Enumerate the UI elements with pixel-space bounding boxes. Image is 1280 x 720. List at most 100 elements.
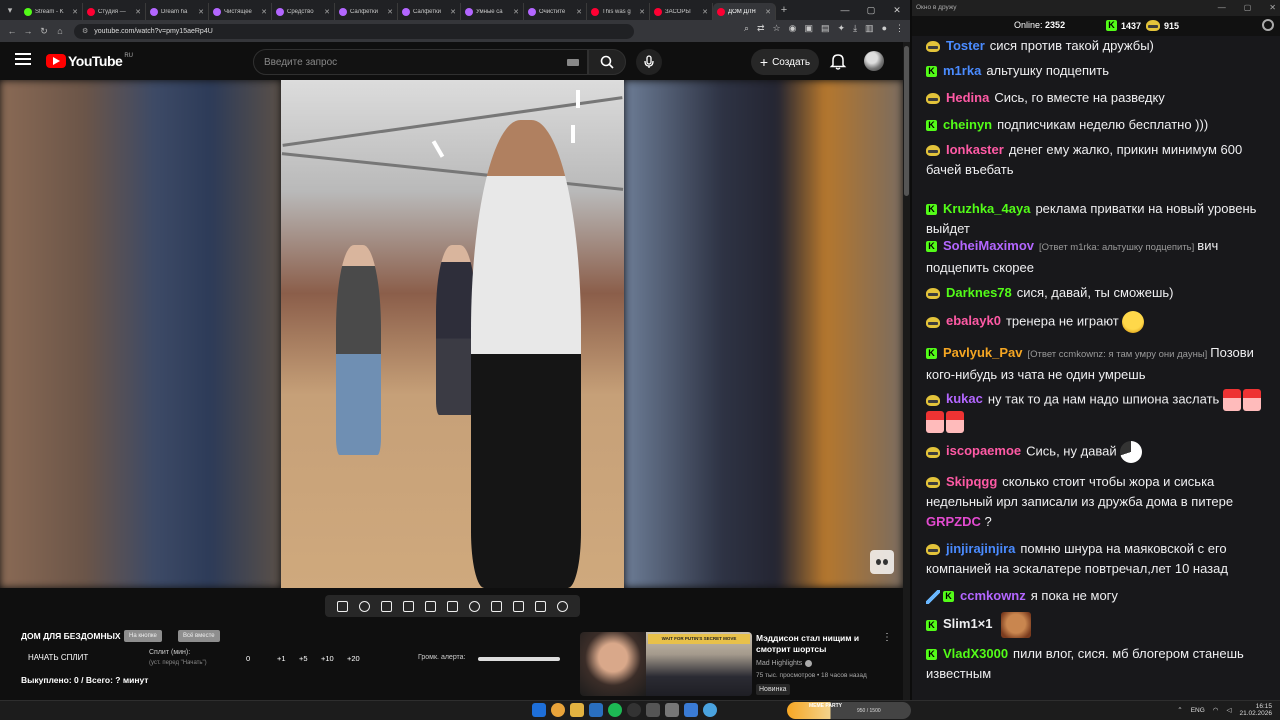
tab-close-icon[interactable]: ✕ xyxy=(639,8,645,16)
reply-context[interactable]: [Ответ ccmkownz: я там умру они дауны] xyxy=(1028,349,1208,360)
increment-button[interactable]: +5 xyxy=(299,654,308,663)
subtitles-icon[interactable] xyxy=(446,600,458,612)
browser-tab[interactable]: Очистите ✕ xyxy=(524,3,587,20)
settings-gear-icon[interactable] xyxy=(1262,19,1274,31)
chat-username[interactable]: VladX3000 xyxy=(943,646,1008,661)
browser-tab[interactable]: Студия — ✕ xyxy=(83,3,146,20)
increment-button[interactable]: +10 xyxy=(321,654,334,663)
start-split-button[interactable]: НАЧАТЬ СПЛИТ xyxy=(28,653,88,662)
browser-tab[interactable]: This was g ✕ xyxy=(587,3,650,20)
folder-icon[interactable] xyxy=(570,703,584,717)
video-player[interactable] xyxy=(0,80,903,588)
chat-username[interactable]: Slim1×1 xyxy=(943,616,993,631)
profile-icon[interactable]: ● xyxy=(882,23,887,34)
tab-close-icon[interactable]: ✕ xyxy=(387,8,393,16)
tab-close-icon[interactable]: ✕ xyxy=(198,8,204,16)
chat-username[interactable]: iscopaemoe xyxy=(946,443,1021,458)
chat-username[interactable]: m1rka xyxy=(943,63,981,78)
lens-icon[interactable]: ⌕ xyxy=(744,23,749,34)
tab-close-icon[interactable]: ✕ xyxy=(513,8,519,16)
tab-close-icon[interactable]: ✕ xyxy=(576,8,582,16)
tab-close-icon[interactable]: ✕ xyxy=(765,8,771,16)
chat-username[interactable]: Hedina xyxy=(946,90,989,105)
forward-icon[interactable]: → xyxy=(20,26,36,36)
tab-close-icon[interactable]: ✕ xyxy=(72,8,78,16)
chat-username[interactable]: jinjirajinjira xyxy=(946,541,1015,556)
wifi-icon[interactable]: ◠ xyxy=(1213,706,1219,714)
increment-button[interactable]: +1 xyxy=(277,654,286,663)
back-icon[interactable]: ← xyxy=(4,26,20,36)
menu-icon[interactable]: ⋮ xyxy=(895,23,904,34)
extension-icon[interactable]: ▣ xyxy=(804,23,813,34)
search-input[interactable] xyxy=(264,56,554,68)
close-icon[interactable]: ✕ xyxy=(884,0,910,20)
site-info-icon[interactable]: ⚙ xyxy=(82,27,88,35)
notifications-bell-icon[interactable] xyxy=(829,52,847,70)
url-field[interactable]: ⚙ youtube.com/watch?v=pmy15aeRp4U xyxy=(74,23,634,39)
minimize-icon[interactable]: — xyxy=(1218,0,1226,16)
flask-icon[interactable] xyxy=(535,600,547,612)
extension-icon[interactable]: ▤ xyxy=(821,23,830,34)
chat-username[interactable]: ebalayk0 xyxy=(946,313,1001,328)
translate-icon[interactable]: ⇄ xyxy=(757,23,765,34)
language-indicator[interactable]: ENG xyxy=(1191,707,1205,714)
steam-icon[interactable] xyxy=(589,703,603,717)
new-tab-button[interactable]: + xyxy=(776,4,792,16)
tab-close-icon[interactable]: ✕ xyxy=(450,8,456,16)
scrollbar-thumb[interactable] xyxy=(904,46,909,196)
sidepanel-icon[interactable]: ▥ xyxy=(865,23,874,34)
alert-volume-slider[interactable] xyxy=(478,657,560,661)
tab-close-icon[interactable]: ✕ xyxy=(261,8,267,16)
browser-tab[interactable]: Dream ha ✕ xyxy=(146,3,209,20)
volume-icon[interactable]: ◁ xyxy=(1226,706,1231,714)
mode-pill-all[interactable]: Всё вместе xyxy=(178,630,220,642)
close-icon[interactable]: ✕ xyxy=(1269,0,1276,16)
reload-icon[interactable]: ↻ xyxy=(36,26,52,37)
maximize-icon[interactable]: ▢ xyxy=(1244,0,1252,16)
tab-close-icon[interactable]: ✕ xyxy=(702,8,708,16)
chat-mention[interactable]: GRPZDC xyxy=(926,514,981,529)
menu-icon[interactable] xyxy=(15,53,31,68)
chat-username[interactable]: Ionkaster xyxy=(946,142,1004,157)
home-icon[interactable]: ⌂ xyxy=(52,26,68,36)
clock[interactable]: 16:15 21.02.2026 xyxy=(1239,703,1272,717)
recommended-channel[interactable]: Mad Highlights xyxy=(756,660,813,667)
app-icon[interactable] xyxy=(646,703,660,717)
settings-gear-icon[interactable] xyxy=(557,600,569,612)
tab-search-icon[interactable]: ▾ xyxy=(0,0,20,20)
browser-tab[interactable]: Stream - K ✕ xyxy=(20,3,83,20)
download-icon[interactable]: ⤓ xyxy=(853,23,857,34)
voice-search-button[interactable] xyxy=(636,49,662,75)
search-button[interactable] xyxy=(588,49,626,75)
bookmark-icon[interactable]: ☆ xyxy=(773,23,781,34)
screenshot-icon[interactable] xyxy=(513,600,525,612)
chrome-icon[interactable] xyxy=(551,703,565,717)
chat-username[interactable]: Toster xyxy=(946,38,985,53)
browser-tab[interactable]: ДОМ ДЛЯ ✕ xyxy=(713,3,776,20)
more-options-icon[interactable]: ⋮ xyxy=(882,632,892,643)
chat-username[interactable]: Pavlyuk_Pav xyxy=(943,345,1023,360)
increment-button[interactable]: +20 xyxy=(347,654,360,663)
browser-tab[interactable]: Чистящее ✕ xyxy=(209,3,272,20)
browser-tab[interactable]: Салфетки ✕ xyxy=(398,3,461,20)
minimize-icon[interactable]: — xyxy=(832,0,858,20)
youtube-logo[interactable]: YouTube RU xyxy=(46,53,133,69)
tray-chevron-icon[interactable]: ⌃ xyxy=(1177,706,1182,714)
cast-icon[interactable] xyxy=(380,600,392,612)
chat-username[interactable]: Skipqgg xyxy=(946,474,997,489)
app-icon[interactable] xyxy=(665,703,679,717)
start-icon[interactable] xyxy=(532,703,546,717)
telegram-icon[interactable] xyxy=(703,703,717,717)
chat-username[interactable]: Darknes78 xyxy=(946,285,1012,300)
keyboard-icon[interactable] xyxy=(567,59,579,66)
chat-username[interactable]: ccmkownz xyxy=(960,588,1026,603)
audio-icon[interactable] xyxy=(358,600,370,612)
reply-context[interactable]: [Ответ m1rka: альтушку подцепить] xyxy=(1039,242,1194,253)
spotify-icon[interactable] xyxy=(608,703,622,717)
meme-party-widget[interactable]: MEME PARTY 950 / 1500 xyxy=(787,702,911,719)
browser-tab[interactable]: Средство ✕ xyxy=(272,3,335,20)
eyes-button[interactable] xyxy=(870,550,894,574)
obs-icon[interactable] xyxy=(627,703,641,717)
mode-pill-on-button[interactable]: На кнопке xyxy=(124,630,162,642)
tab-close-icon[interactable]: ✕ xyxy=(135,8,141,16)
